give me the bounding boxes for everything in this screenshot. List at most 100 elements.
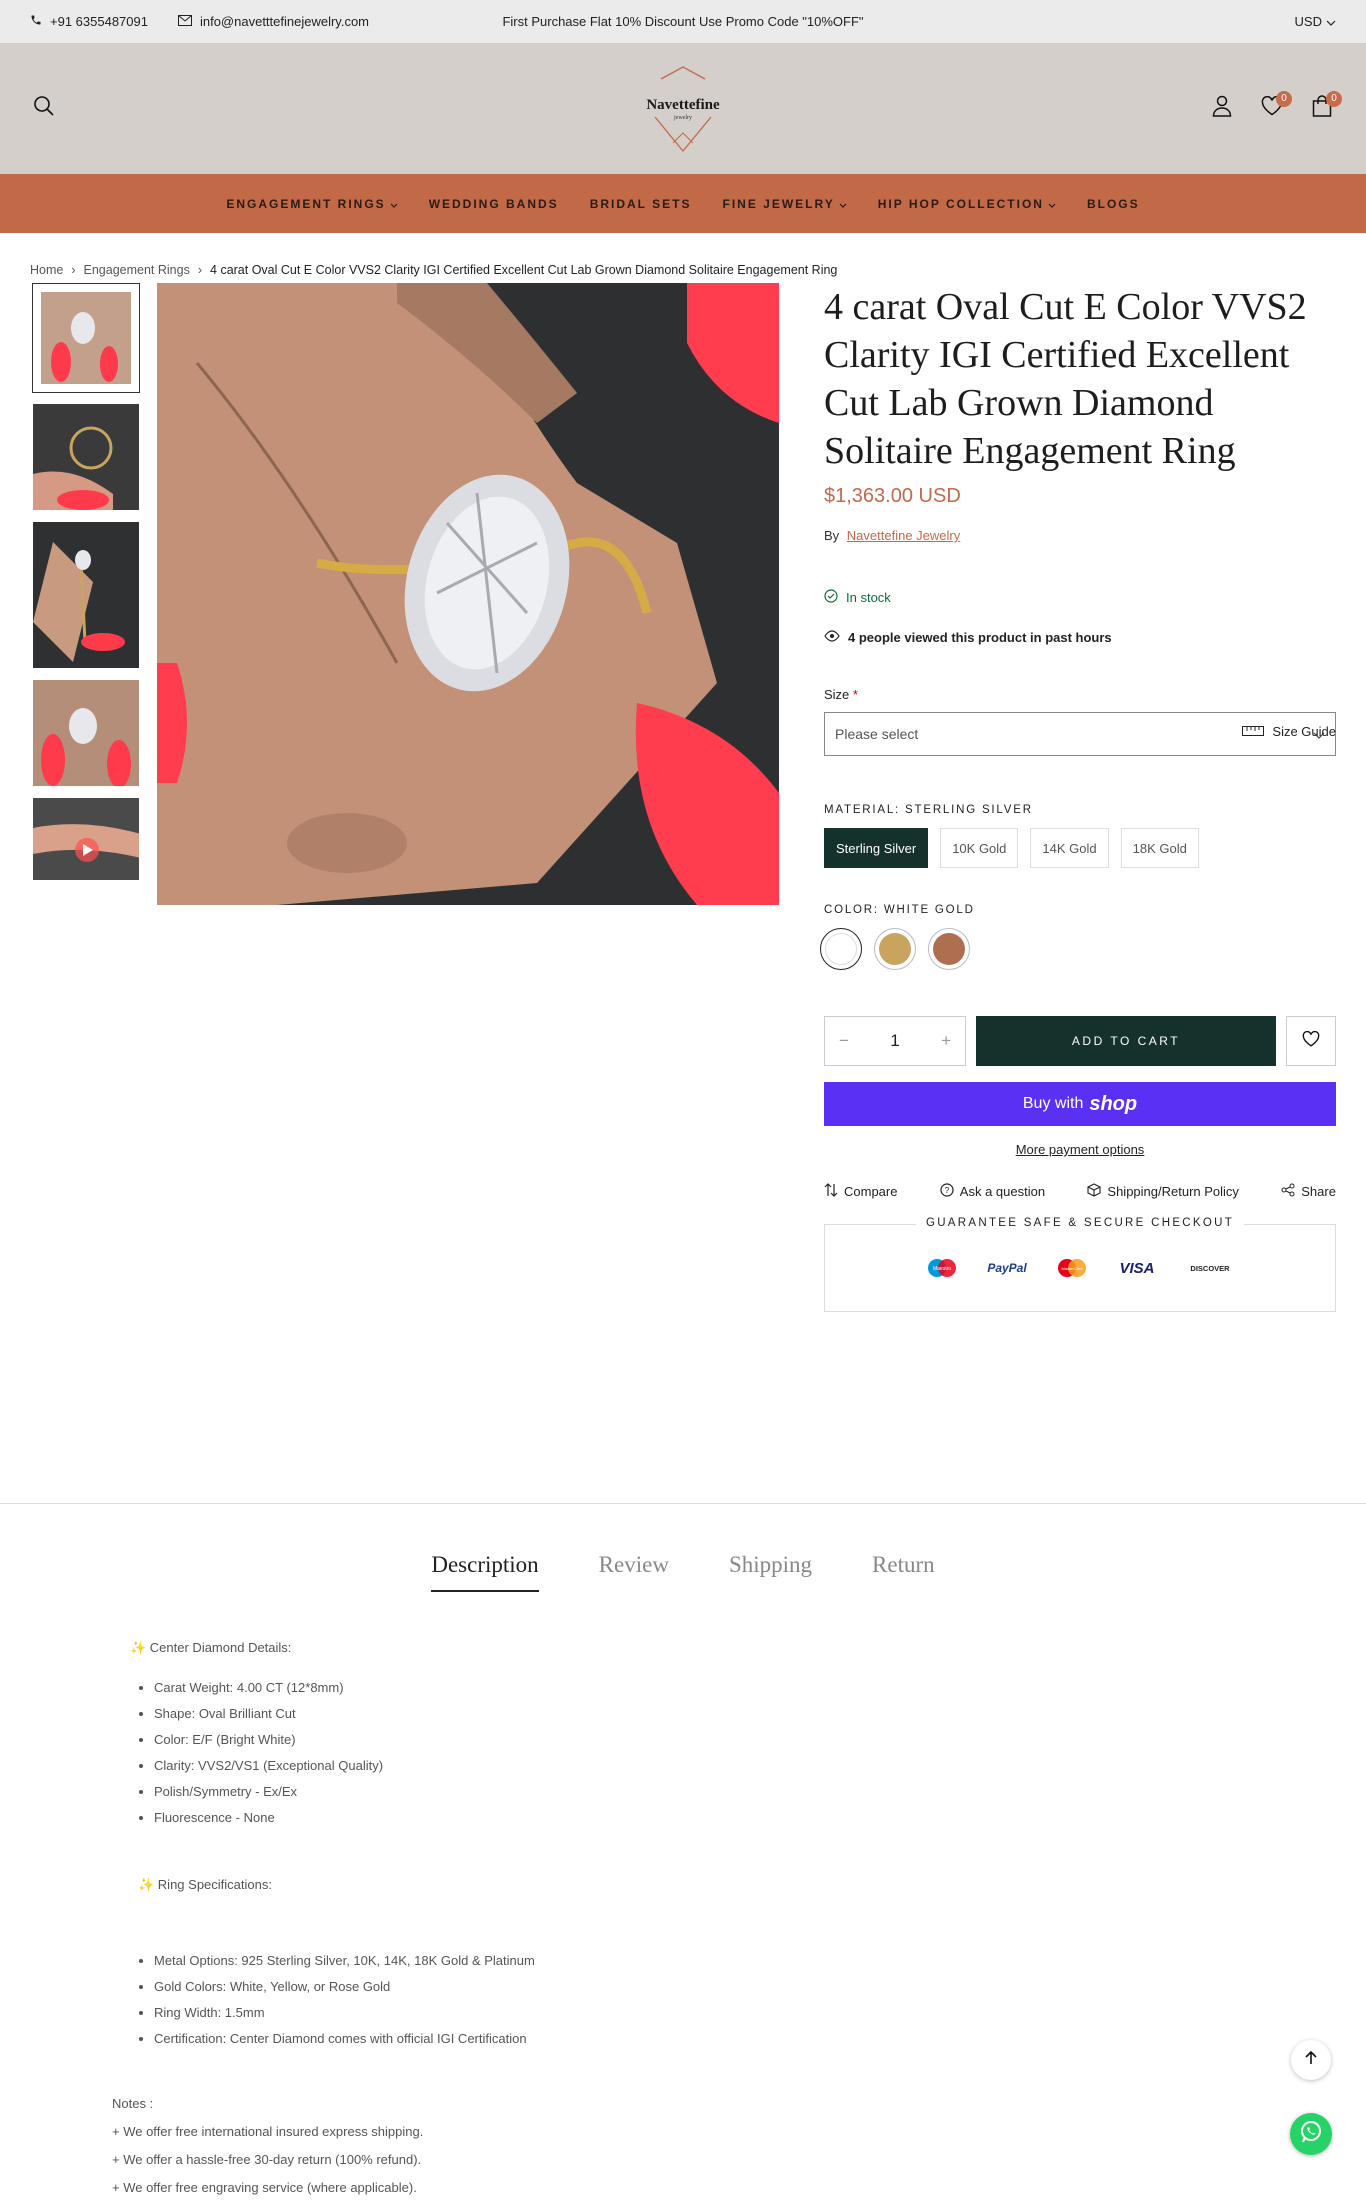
account-button[interactable] — [1208, 95, 1236, 123]
nav-wedding-bands[interactable]: WEDDING BANDS — [429, 197, 559, 211]
discover-icon: DISCOVER — [1190, 1264, 1230, 1273]
breadcrumb-category[interactable]: Engagement Rings — [84, 263, 190, 277]
svg-text:Maestro: Maestro — [933, 1266, 951, 1272]
quantity-value[interactable]: 1 — [890, 1031, 899, 1051]
material-10k-gold[interactable]: 10K Gold — [940, 828, 1019, 868]
ask-question-link[interactable]: ? Ask a question — [940, 1183, 1045, 1200]
product-title: 4 carat Oval Cut E Color VVS2 Clarity IG… — [824, 286, 1307, 472]
chevron-down-icon — [839, 197, 847, 211]
mail-icon — [177, 14, 192, 29]
share-link[interactable]: Share — [1281, 1183, 1336, 1200]
logo-text: Navettefine — [646, 97, 720, 113]
color-dot — [879, 933, 911, 965]
minus-button[interactable]: − — [839, 1031, 849, 1051]
product-price: $1,363.00 USD — [824, 485, 961, 507]
chevron-right-icon: › — [197, 263, 203, 277]
color-white-gold[interactable] — [820, 928, 862, 970]
secure-checkout-title: GUARANTEE SAFE & SECURE CHECKOUT — [915, 1217, 1245, 1229]
plus-button[interactable]: + — [941, 1031, 951, 1051]
nav-label: HIP HOP COLLECTION — [877, 196, 1044, 211]
main-product-image[interactable] — [157, 283, 779, 905]
product-actions: Compare ? Ask a question Shipping/Return… — [824, 1183, 1336, 1200]
thumbnail-3[interactable] — [32, 521, 140, 669]
center-diamond-heading: ✨ Center Diamond Details: — [130, 1640, 292, 1655]
tab-shipping[interactable]: Shipping — [729, 1552, 812, 1592]
visa-icon: VISA — [1119, 1260, 1154, 1277]
center-diamond-list: Carat Weight: 4.00 CT (12*8mm) Shape: Ov… — [130, 1680, 1366, 1825]
product-info: 4 carat Oval Cut E Color VVS2 Clarity IG… — [820, 283, 1336, 1312]
material-18k-gold[interactable]: 18K Gold — [1120, 828, 1199, 868]
buy-with-label: Buy with — [1022, 1095, 1084, 1112]
list-item: Clarity: VVS2/VS1 (Exceptional Quality) — [154, 1758, 1366, 1773]
add-to-wishlist-button[interactable] — [1286, 1016, 1336, 1066]
email-address: info@navetttefinejewelry.com — [199, 14, 370, 29]
ruler-icon — [1242, 724, 1265, 739]
more-payment-options-link[interactable]: More payment options — [824, 1142, 1336, 1157]
whatsapp-button[interactable] — [1290, 2113, 1332, 2155]
search-icon — [33, 95, 55, 122]
site-logo[interactable]: Navettefine jewelry — [633, 59, 733, 159]
nav-label: BRIDAL SETS — [589, 196, 692, 211]
notes-line: + We offer a hassle-free 30-day return (… — [112, 2152, 422, 2167]
material-sterling-silver[interactable]: Sterling Silver — [824, 828, 929, 868]
color-yellow-gold[interactable] — [874, 928, 916, 970]
site-header: Navettefine jewelry 0 0 — [0, 43, 1366, 174]
nav-blogs[interactable]: BLOGS — [1087, 197, 1140, 211]
top-bar: +91 6355487091 info@navetttefinejewelry.… — [0, 0, 1366, 43]
compare-link[interactable]: Compare — [824, 1183, 897, 1200]
tab-return[interactable]: Return — [872, 1552, 935, 1592]
thumbnail-1[interactable] — [32, 283, 140, 393]
list-item: Fluorescence - None — [154, 1810, 1366, 1825]
phone-contact[interactable]: +91 6355487091 — [30, 14, 148, 29]
cart-button[interactable]: 0 — [1308, 90, 1342, 123]
user-icon — [1212, 95, 1232, 122]
wishlist-button[interactable]: 0 — [1258, 90, 1292, 123]
color-rose-gold[interactable] — [928, 928, 970, 970]
list-item: Polish/Symmetry - Ex/Ex — [154, 1784, 1366, 1799]
phone-number: +91 6355487091 — [50, 14, 148, 29]
nav-fine-jewelry[interactable]: FINE JEWELRY — [722, 197, 847, 211]
tab-review[interactable]: Review — [599, 1552, 669, 1592]
thumbnail-4[interactable] — [32, 679, 140, 787]
shipping-policy-link[interactable]: Shipping/Return Policy — [1087, 1183, 1239, 1200]
whatsapp-icon — [1298, 2119, 1324, 2150]
breadcrumb-home[interactable]: Home — [30, 263, 63, 277]
nav-bridal-sets[interactable]: BRIDAL SETS — [590, 197, 692, 211]
shop-logo-text: shop — [1089, 1092, 1138, 1115]
paypal-icon: PayPal — [987, 1261, 1027, 1275]
check-circle-icon — [824, 589, 838, 606]
color-options — [820, 928, 1336, 970]
svg-text:DISCOVER: DISCOVER — [1190, 1264, 1230, 1273]
thumbnail-2[interactable] — [32, 403, 140, 511]
logo-subtext: jewelry — [673, 115, 692, 121]
size-guide-label: Size Guide — [1272, 724, 1336, 739]
email-contact[interactable]: info@navetttefinejewelry.com — [177, 14, 370, 29]
material-label: MATERIAL: STERLING SILVER — [824, 804, 1033, 816]
chevron-down-icon — [1326, 14, 1336, 29]
search-button[interactable] — [30, 95, 58, 123]
share-label: Share — [1301, 1184, 1336, 1199]
material-14k-gold[interactable]: 14K Gold — [1030, 828, 1109, 868]
stock-text: In stock — [846, 590, 891, 605]
currency-selector[interactable]: USD — [1295, 14, 1336, 29]
required-marker: * — [852, 687, 858, 702]
scroll-to-top-button[interactable] — [1291, 2040, 1331, 2080]
phone-icon — [30, 14, 42, 29]
buy-with-shop-button[interactable]: Buy with shop — [824, 1082, 1336, 1126]
heart-icon — [1302, 1030, 1320, 1052]
list-item: Ring Width: 1.5mm — [154, 2005, 1366, 2020]
color-label: COLOR: WHITE GOLD — [824, 904, 975, 916]
add-to-cart-button[interactable]: ADD TO CART — [976, 1016, 1276, 1066]
arrow-up-icon — [1305, 2050, 1317, 2070]
vendor-link[interactable]: Navettefine Jewelry — [847, 528, 960, 543]
list-item: Metal Options: 925 Sterling Silver, 10K,… — [154, 1953, 1366, 1968]
nav-hip-hop-collection[interactable]: HIP HOP COLLECTION — [878, 197, 1056, 211]
size-guide-link[interactable]: Size Guide — [1242, 724, 1336, 739]
size-label: Size * — [824, 687, 1336, 702]
chevron-right-icon: › — [71, 263, 76, 277]
stock-status: In stock — [824, 589, 1336, 606]
nav-engagement-rings[interactable]: ENGAGEMENT RINGS — [226, 197, 398, 211]
mastercard-icon: MasterCard — [1058, 1259, 1086, 1277]
tab-description[interactable]: Description — [431, 1552, 539, 1592]
thumbnail-video[interactable] — [32, 797, 140, 881]
